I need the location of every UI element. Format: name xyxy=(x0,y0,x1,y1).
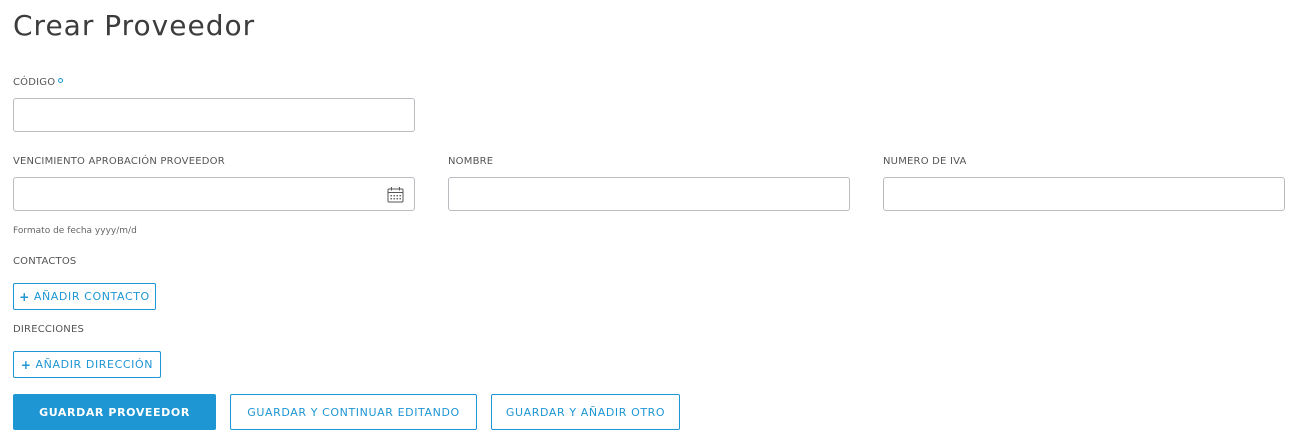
codigo-label: CÓDIGO xyxy=(13,77,64,88)
required-indicator-icon xyxy=(58,78,64,83)
add-contact-button[interactable]: + AÑADIR CONTACTO xyxy=(13,283,156,310)
contactos-label: CONTACTOS xyxy=(13,256,77,267)
plus-icon: + xyxy=(20,357,32,372)
vencimiento-date-input[interactable] xyxy=(13,177,415,211)
save-add-another-button[interactable]: GUARDAR Y AÑADIR OTRO xyxy=(491,394,680,430)
save-supplier-button[interactable]: GUARDAR PROVEEDOR xyxy=(13,394,216,430)
codigo-input[interactable] xyxy=(13,98,415,132)
add-address-label: AÑADIR DIRECCIÓN xyxy=(35,358,154,371)
nombre-input[interactable] xyxy=(448,177,850,211)
page-title: Crear Proveedor xyxy=(13,9,256,42)
vencimiento-label: VENCIMIENTO APROBACIÓN PROVEEDOR xyxy=(13,156,225,167)
nombre-label: NOMBRE xyxy=(448,156,494,167)
plus-icon: + xyxy=(19,289,30,304)
iva-label: NUMERO DE IVA xyxy=(883,156,967,167)
direcciones-label: DIRECCIONES xyxy=(13,324,85,335)
codigo-label-text: CÓDIGO xyxy=(13,77,56,88)
add-contact-label: AÑADIR CONTACTO xyxy=(33,290,150,303)
iva-input[interactable] xyxy=(883,177,1285,211)
calendar-icon[interactable] xyxy=(387,186,404,203)
save-continue-button[interactable]: GUARDAR Y CONTINUAR EDITANDO xyxy=(230,394,477,430)
date-format-hint: Formato de fecha yyyy/m/d xyxy=(13,226,137,236)
add-address-button[interactable]: + AÑADIR DIRECCIÓN xyxy=(13,351,161,378)
